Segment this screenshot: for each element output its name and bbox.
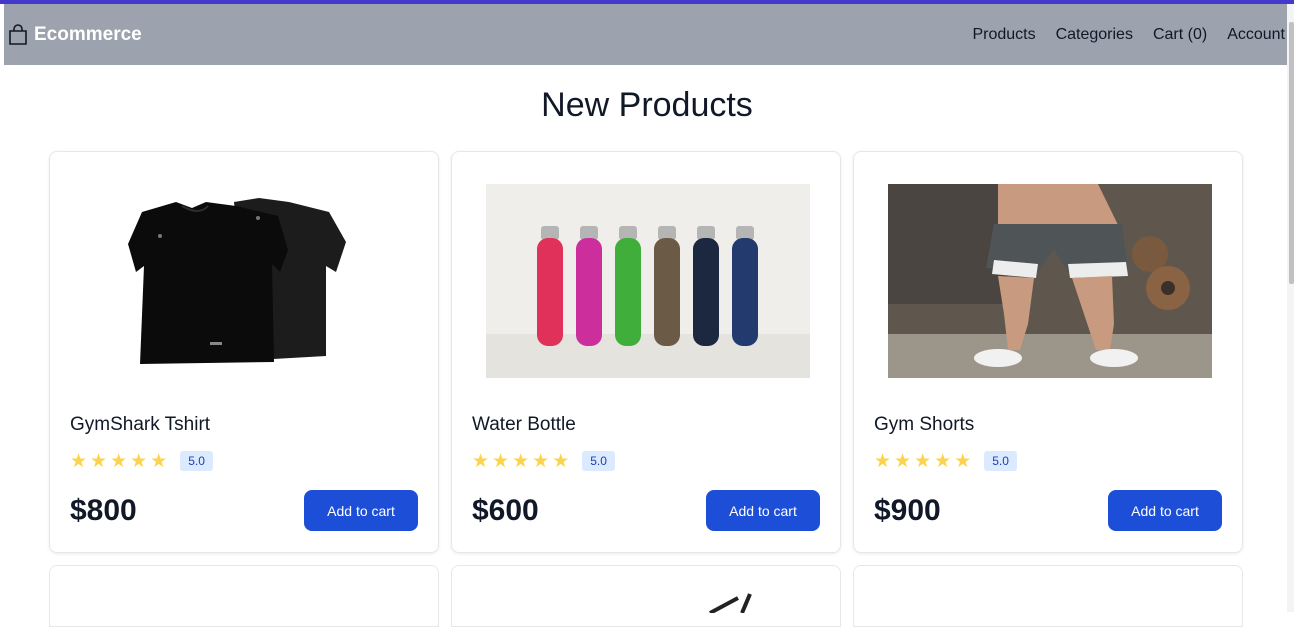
navbar: Ecommerce Products Categories Cart (0) A… [4,4,1287,65]
star-icon: ★ [914,450,932,472]
rating-stars: ★ ★ ★ ★ ★ 5.0 [874,451,1017,471]
product-card: Water Bottle ★ ★ ★ ★ ★ 5.0 $600 Add to c… [451,151,841,553]
shopping-bag-icon [9,23,27,45]
nav-link-account[interactable]: Account [1227,26,1285,44]
product-card-partial [451,565,841,627]
product-name[interactable]: Water Bottle [472,414,576,436]
product-image-water-bottle[interactable] [486,184,810,378]
add-to-cart-button[interactable]: Add to cart [1108,490,1222,531]
add-to-cart-button[interactable]: Add to cart [304,490,418,531]
page-title: New Products [541,86,753,124]
add-to-cart-button[interactable]: Add to cart [706,490,820,531]
rating-badge: 5.0 [984,451,1017,471]
product-card-partial [49,565,439,627]
scrollbar-thumb[interactable] [1289,22,1294,284]
brand-name: Ecommerce [34,23,142,45]
rating-badge: 5.0 [582,451,615,471]
nav-link-categories[interactable]: Categories [1056,26,1133,44]
product-image-tshirt[interactable] [84,184,408,378]
star-icon: ★ [894,450,912,472]
product-price: $800 [70,494,137,527]
rating-stars: ★ ★ ★ ★ ★ 5.0 [472,451,615,471]
star-icon: ★ [70,450,88,472]
rating-stars: ★ ★ ★ ★ ★ 5.0 [70,451,213,471]
product-price: $600 [472,494,539,527]
product-card: Gym Shorts ★ ★ ★ ★ ★ 5.0 $900 Add to car… [853,151,1243,553]
product-card: GymShark Tshirt ★ ★ ★ ★ ★ 5.0 $800 Add t… [49,151,439,553]
star-icon: ★ [472,450,490,472]
product-image-partial [709,593,752,615]
star-icon: ★ [954,450,972,472]
nav-link-cart[interactable]: Cart (0) [1153,26,1207,44]
star-icon: ★ [130,450,148,472]
star-icon: ★ [512,450,530,472]
star-icon: ★ [492,450,510,472]
star-icon: ★ [532,450,550,472]
brand-link[interactable]: Ecommerce [8,24,142,46]
product-name[interactable]: GymShark Tshirt [70,414,210,436]
product-image-gym-shorts[interactable] [888,184,1212,378]
product-price: $900 [874,494,941,527]
star-icon: ★ [874,450,892,472]
product-name[interactable]: Gym Shorts [874,414,974,436]
nav-link-products[interactable]: Products [972,26,1035,44]
nav-links: Products Categories Cart (0) Account [952,26,1287,44]
star-icon: ★ [552,450,570,472]
star-icon: ★ [90,450,108,472]
star-icon: ★ [110,450,128,472]
star-icon: ★ [150,450,168,472]
rating-badge: 5.0 [180,451,213,471]
star-icon: ★ [934,450,952,472]
product-card-partial [853,565,1243,627]
